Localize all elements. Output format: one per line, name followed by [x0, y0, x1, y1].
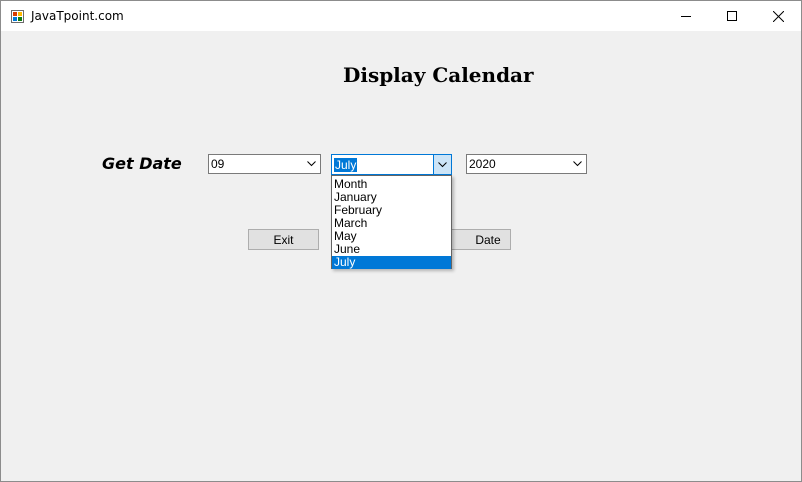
month-combobox[interactable]: July: [331, 154, 452, 175]
chevron-down-icon[interactable]: [433, 155, 451, 174]
page-title: Display Calendar: [343, 63, 534, 87]
chevron-down-icon[interactable]: [303, 155, 320, 173]
app-window: JavaTpoint.com Display Calendar Get Date…: [0, 0, 802, 482]
maximize-button[interactable]: [709, 1, 755, 31]
chevron-down-icon[interactable]: [569, 155, 586, 173]
app-icon: [11, 10, 24, 23]
close-icon: [772, 10, 784, 22]
window-title: JavaTpoint.com: [31, 9, 124, 23]
year-combobox[interactable]: 2020: [466, 154, 587, 174]
title-bar[interactable]: JavaTpoint.com: [1, 1, 801, 31]
get-date-label: Get Date: [102, 154, 182, 173]
maximize-icon: [727, 11, 737, 21]
day-combobox-value: 09: [211, 157, 225, 171]
year-combobox-value: 2020: [469, 157, 496, 171]
day-combobox[interactable]: 09: [208, 154, 321, 174]
month-combobox-value: July: [334, 158, 358, 172]
minimize-icon: [681, 16, 691, 17]
exit-button[interactable]: Exit: [248, 229, 319, 250]
close-button[interactable]: [755, 1, 801, 31]
minimize-button[interactable]: [663, 1, 709, 31]
dropdown-item-july[interactable]: July: [332, 256, 451, 269]
month-dropdown-list[interactable]: Month January February March May June Ju…: [331, 175, 452, 269]
